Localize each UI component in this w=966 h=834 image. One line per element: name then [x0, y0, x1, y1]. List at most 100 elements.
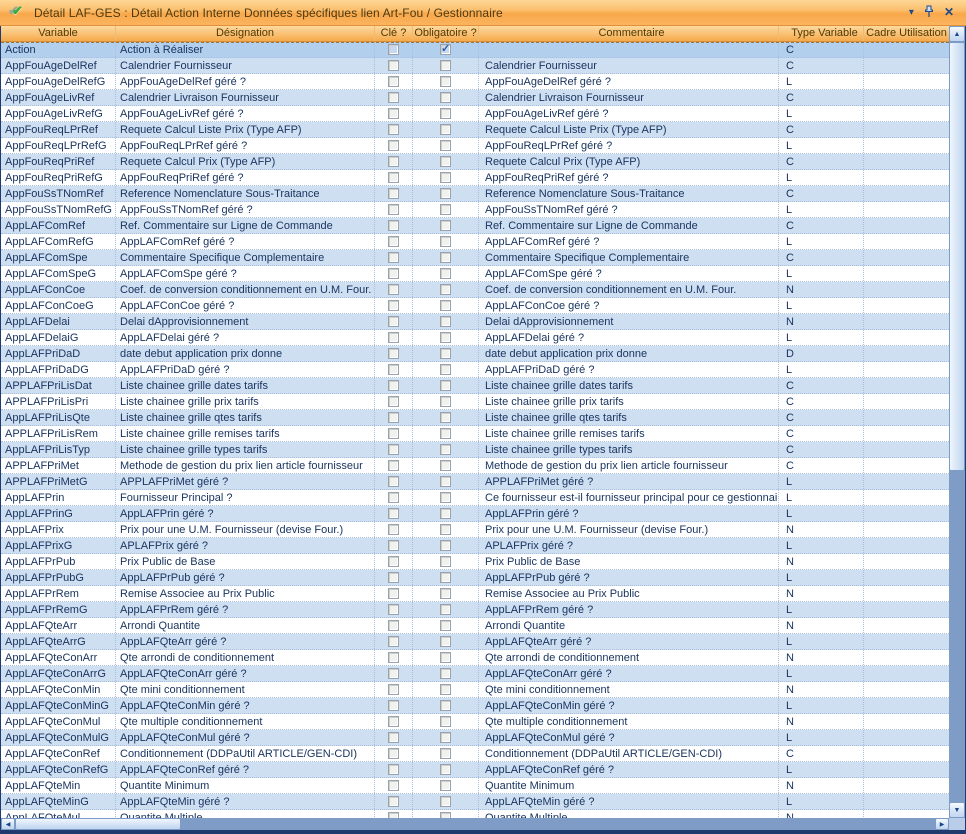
- table-row[interactable]: AppLAFConCoeCoef. de conversion conditio…: [1, 282, 949, 298]
- obligatoire-checkbox[interactable]: [440, 476, 451, 487]
- cle-checkbox[interactable]: [388, 668, 399, 679]
- table-row[interactable]: AppFouSsTNomRefGAppFouSsTNomRef géré ?Ap…: [1, 202, 949, 218]
- obligatoire-checkbox[interactable]: [440, 332, 451, 343]
- obligatoire-checkbox[interactable]: [440, 716, 451, 727]
- vertical-scrollbar-thumb[interactable]: [949, 42, 965, 471]
- obligatoire-checkbox[interactable]: [440, 652, 451, 663]
- cle-checkbox[interactable]: [388, 188, 399, 199]
- table-row[interactable]: AppLAFQteArrGAppLAFQteArr géré ?AppLAFQt…: [1, 634, 949, 650]
- table-row[interactable]: AppLAFQteConMulQte multiple conditionnem…: [1, 714, 949, 730]
- table-row[interactable]: AppLAFQteMulQuantite MultipleQuantite Mu…: [1, 810, 949, 818]
- table-row[interactable]: AppLAFPriLisQteListe chainee grille qtes…: [1, 410, 949, 426]
- table-row[interactable]: AppLAFQteConArrGAppLAFQteConArr géré ?Ap…: [1, 666, 949, 682]
- obligatoire-checkbox[interactable]: [440, 764, 451, 775]
- table-row[interactable]: AppLAFPrinGAppLAFPrin géré ?AppLAFPrin g…: [1, 506, 949, 522]
- scroll-left-button[interactable]: ◀: [1, 818, 15, 830]
- cle-checkbox[interactable]: [388, 252, 399, 263]
- cle-checkbox[interactable]: [388, 588, 399, 599]
- table-row[interactable]: AppLAFQteArrArrondi QuantiteArrondi Quan…: [1, 618, 949, 634]
- cle-checkbox[interactable]: [388, 716, 399, 727]
- table-row[interactable]: AppLAFPrixPrix pour une U.M. Fournisseur…: [1, 522, 949, 538]
- obligatoire-checkbox[interactable]: [440, 540, 451, 551]
- horizontal-scrollbar[interactable]: ◀ ▶: [1, 818, 949, 830]
- table-row[interactable]: AppLAFQteConMinQte mini conditionnementQ…: [1, 682, 949, 698]
- obligatoire-checkbox[interactable]: [440, 236, 451, 247]
- obligatoire-checkbox[interactable]: [440, 620, 451, 631]
- table-row[interactable]: AppLAFPrPubGAppLAFPrPub géré ?AppLAFPrPu…: [1, 570, 949, 586]
- cle-checkbox[interactable]: [388, 316, 399, 327]
- table-row[interactable]: AppLAFQteConMinGAppLAFQteConMin géré ?Ap…: [1, 698, 949, 714]
- obligatoire-checkbox[interactable]: [440, 460, 451, 471]
- obligatoire-checkbox[interactable]: [440, 60, 451, 71]
- cle-checkbox[interactable]: [388, 780, 399, 791]
- table-row[interactable]: AppFouAgeDelRefCalendrier FournisseurCal…: [1, 58, 949, 74]
- cle-checkbox[interactable]: [388, 172, 399, 183]
- cle-checkbox[interactable]: [388, 460, 399, 471]
- obligatoire-checkbox[interactable]: [440, 588, 451, 599]
- obligatoire-checkbox[interactable]: [440, 700, 451, 711]
- table-row[interactable]: AppLAFComSpeCommentaire Specifique Compl…: [1, 250, 949, 266]
- table-row[interactable]: AppLAFDelaiGAppLAFDelai géré ?AppLAFDela…: [1, 330, 949, 346]
- scroll-up-button[interactable]: ▲: [949, 26, 965, 42]
- obligatoire-checkbox[interactable]: [440, 268, 451, 279]
- cle-checkbox[interactable]: [388, 604, 399, 615]
- cle-checkbox[interactable]: [388, 108, 399, 119]
- obligatoire-checkbox[interactable]: [440, 492, 451, 503]
- horizontal-scrollbar-thumb[interactable]: [15, 818, 181, 830]
- vertical-scrollbar[interactable]: ▲ ▼: [949, 26, 965, 818]
- table-row[interactable]: AppLAFQteConArrQte arrondi de conditionn…: [1, 650, 949, 666]
- cle-checkbox[interactable]: [388, 524, 399, 535]
- obligatoire-checkbox[interactable]: [440, 364, 451, 375]
- cle-checkbox[interactable]: [388, 428, 399, 439]
- cle-checkbox[interactable]: [388, 44, 399, 55]
- column-header-type-variable[interactable]: Type Variable: [779, 26, 864, 41]
- table-row[interactable]: AppLAFPrRemGAppLAFPrRem géré ?AppLAFPrRe…: [1, 602, 949, 618]
- obligatoire-checkbox[interactable]: [440, 108, 451, 119]
- obligatoire-checkbox[interactable]: [440, 428, 451, 439]
- obligatoire-checkbox[interactable]: [440, 172, 451, 183]
- obligatoire-checkbox[interactable]: [440, 300, 451, 311]
- table-row[interactable]: AppFouAgeDelRefGAppFouAgeDelRef géré ?Ap…: [1, 74, 949, 90]
- table-row[interactable]: AppLAFQteConRefConditionnement (DDPaUtil…: [1, 746, 949, 762]
- pin-icon[interactable]: [924, 5, 934, 21]
- table-row[interactable]: AppLAFPrRemRemise Associee au Prix Publi…: [1, 586, 949, 602]
- cle-checkbox[interactable]: [388, 348, 399, 359]
- obligatoire-checkbox[interactable]: [440, 140, 451, 151]
- cle-checkbox[interactable]: [388, 364, 399, 375]
- cle-checkbox[interactable]: [388, 508, 399, 519]
- obligatoire-checkbox[interactable]: [440, 204, 451, 215]
- cle-checkbox[interactable]: [388, 396, 399, 407]
- close-icon[interactable]: ✕: [944, 7, 954, 18]
- table-row[interactable]: AppLAFDelaiDelai dApprovisionnementDelai…: [1, 314, 949, 330]
- table-row[interactable]: AppFouSsTNomRefReference Nomenclature So…: [1, 186, 949, 202]
- obligatoire-checkbox[interactable]: [440, 44, 451, 55]
- cle-checkbox[interactable]: [388, 492, 399, 503]
- obligatoire-checkbox[interactable]: [440, 668, 451, 679]
- column-header-obligatoire[interactable]: Obligatoire ?: [413, 26, 479, 41]
- cle-checkbox[interactable]: [388, 700, 399, 711]
- obligatoire-checkbox[interactable]: [440, 284, 451, 295]
- column-header-designation[interactable]: Désignation: [116, 26, 375, 41]
- table-row[interactable]: AppLAFPriLisTypListe chainee grille type…: [1, 442, 949, 458]
- cle-checkbox[interactable]: [388, 636, 399, 647]
- cle-checkbox[interactable]: [388, 476, 399, 487]
- cle-checkbox[interactable]: [388, 556, 399, 567]
- cle-checkbox[interactable]: [388, 220, 399, 231]
- cle-checkbox[interactable]: [388, 156, 399, 167]
- cle-checkbox[interactable]: [388, 284, 399, 295]
- obligatoire-checkbox[interactable]: [440, 748, 451, 759]
- cle-checkbox[interactable]: [388, 332, 399, 343]
- table-row[interactable]: AppLAFPrPubPrix Public de BasePrix Publi…: [1, 554, 949, 570]
- cle-checkbox[interactable]: [388, 92, 399, 103]
- table-row[interactable]: AppLAFQteMinGAppLAFQteMin géré ?AppLAFQt…: [1, 794, 949, 810]
- obligatoire-checkbox[interactable]: [440, 524, 451, 535]
- cle-checkbox[interactable]: [388, 124, 399, 135]
- cle-checkbox[interactable]: [388, 60, 399, 71]
- table-row[interactable]: AppFouAgeLivRefCalendrier Livraison Four…: [1, 90, 949, 106]
- cle-checkbox[interactable]: [388, 76, 399, 87]
- obligatoire-checkbox[interactable]: [440, 556, 451, 567]
- obligatoire-checkbox[interactable]: [440, 76, 451, 87]
- obligatoire-checkbox[interactable]: [440, 220, 451, 231]
- cle-checkbox[interactable]: [388, 796, 399, 807]
- obligatoire-checkbox[interactable]: [440, 396, 451, 407]
